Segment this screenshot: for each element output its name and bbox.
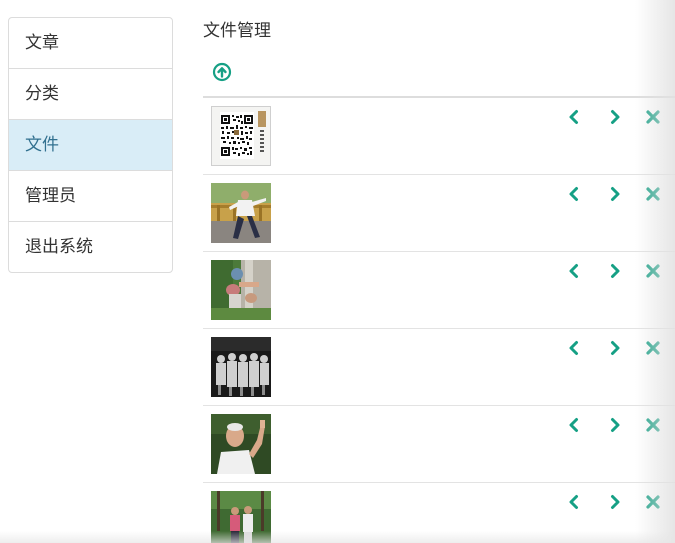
move-next-button[interactable] <box>605 107 625 127</box>
tree-figures-photo <box>211 260 271 320</box>
page-title: 文件管理 <box>203 21 271 41</box>
move-prev-button[interactable] <box>564 261 584 281</box>
delete-button[interactable] <box>643 184 663 204</box>
chevron-left-icon <box>569 418 578 432</box>
file-row <box>203 98 675 175</box>
file-row <box>203 329 675 406</box>
file-list <box>203 98 675 543</box>
chevron-right-icon <box>611 418 620 432</box>
delete-button[interactable] <box>643 107 663 127</box>
chevron-left-icon <box>569 187 578 201</box>
delete-button[interactable] <box>643 338 663 358</box>
file-row <box>203 252 675 329</box>
qr-code-image <box>211 106 271 166</box>
file-management-page: 文章 分类 文件 管理员 退出系统 文件管理 <box>0 0 675 543</box>
tai-chi-yard-photo <box>211 183 271 243</box>
remove-icon <box>646 495 660 509</box>
move-prev-button[interactable] <box>564 492 584 512</box>
file-thumbnail[interactable] <box>211 106 271 166</box>
sidebar-item-logout[interactable]: 退出系统 <box>9 221 172 272</box>
sidebar-item-categories[interactable]: 分类 <box>9 68 172 119</box>
move-next-button[interactable] <box>605 415 625 435</box>
move-prev-button[interactable] <box>564 338 584 358</box>
chevron-left-icon <box>569 341 578 355</box>
elder-gesture-photo <box>211 414 271 474</box>
file-thumbnail[interactable] <box>211 183 271 243</box>
delete-button[interactable] <box>643 261 663 281</box>
group-portrait-photo <box>211 337 271 397</box>
chevron-right-icon <box>611 110 620 124</box>
move-next-button[interactable] <box>605 338 625 358</box>
sidebar-item-files[interactable]: 文件 <box>9 119 172 170</box>
move-next-button[interactable] <box>605 492 625 512</box>
remove-icon <box>646 264 660 278</box>
main-content: 文件管理 <box>203 0 675 543</box>
delete-button[interactable] <box>643 415 663 435</box>
file-row <box>203 483 675 543</box>
delete-button[interactable] <box>643 492 663 512</box>
chevron-right-icon <box>611 495 620 509</box>
remove-icon <box>646 418 660 432</box>
chevron-left-icon <box>569 495 578 509</box>
upload-button[interactable] <box>212 62 232 82</box>
file-row <box>203 175 675 252</box>
chevron-left-icon <box>569 110 578 124</box>
move-prev-button[interactable] <box>564 107 584 127</box>
remove-icon <box>646 187 660 201</box>
sidebar-item-articles[interactable]: 文章 <box>9 18 172 68</box>
remove-icon <box>646 110 660 124</box>
sidebar-nav: 文章 分类 文件 管理员 退出系统 <box>8 17 173 273</box>
park-couple-photo <box>211 491 271 543</box>
arrow-circle-up-icon <box>212 62 232 82</box>
chevron-left-icon <box>569 264 578 278</box>
file-thumbnail[interactable] <box>211 414 271 474</box>
remove-icon <box>646 341 660 355</box>
sidebar-item-admins[interactable]: 管理员 <box>9 170 172 221</box>
move-prev-button[interactable] <box>564 415 584 435</box>
chevron-right-icon <box>611 341 620 355</box>
file-thumbnail[interactable] <box>211 337 271 397</box>
file-thumbnail[interactable] <box>211 491 271 543</box>
file-row <box>203 406 675 483</box>
move-next-button[interactable] <box>605 261 625 281</box>
file-thumbnail[interactable] <box>211 260 271 320</box>
chevron-right-icon <box>611 264 620 278</box>
move-next-button[interactable] <box>605 184 625 204</box>
move-prev-button[interactable] <box>564 184 584 204</box>
chevron-right-icon <box>611 187 620 201</box>
